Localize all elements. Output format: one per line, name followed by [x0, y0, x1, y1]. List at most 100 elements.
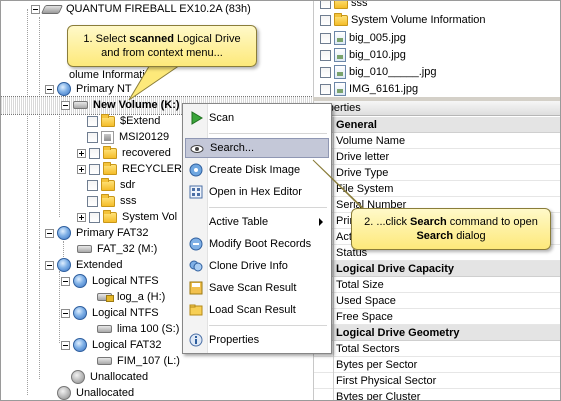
item-checkbox[interactable] — [89, 163, 100, 175]
collapse-toggle[interactable] — [61, 308, 70, 318]
property-row[interactable]: Volume Name — [314, 133, 560, 149]
tree-item-unallocated-2[interactable]: Unallocated — [57, 385, 136, 400]
tree-item-msi[interactable]: MSI20129 — [87, 129, 171, 145]
partition-icon — [57, 226, 71, 240]
list-item[interactable]: System Volume Information — [320, 12, 486, 28]
context-menu: Scan Search... Create Disk Image Open in… — [182, 103, 332, 354]
list-item[interactable]: big_005.jpg — [320, 30, 406, 46]
item-checkbox[interactable] — [320, 14, 331, 26]
disk-image-icon — [189, 163, 203, 177]
property-row[interactable]: First Physical Sector — [314, 373, 560, 389]
collapse-toggle[interactable] — [61, 276, 70, 286]
collapse-toggle[interactable] — [45, 260, 54, 270]
menu-item-properties[interactable]: Properties — [185, 330, 329, 350]
collapse-toggle[interactable] — [61, 340, 70, 350]
open-folder-icon — [189, 304, 203, 316]
item-checkbox[interactable] — [89, 147, 100, 159]
property-row[interactable]: Total Sectors — [314, 341, 560, 357]
callout-step-2: 2. ...click Search command to open Searc… — [351, 208, 551, 250]
list-item[interactable]: big_010_____.jpg — [320, 64, 436, 80]
property-group-row[interactable]: Logical Drive Geometry — [314, 325, 560, 341]
tree-item-unallocated-1[interactable]: Unallocated — [71, 369, 150, 385]
folder-icon — [101, 177, 115, 191]
item-checkbox[interactable] — [320, 32, 331, 44]
tree-item-primary-ntfs[interactable]: Primary NT — [45, 81, 134, 97]
menu-item-scan[interactable]: Scan — [185, 108, 329, 128]
partition-icon — [73, 274, 87, 288]
unallocated-icon — [57, 386, 71, 400]
property-row[interactable]: Free Space — [314, 309, 560, 325]
play-icon — [191, 111, 203, 125]
menu-item-search[interactable]: Search... — [185, 138, 329, 158]
expand-toggle[interactable] — [77, 164, 86, 174]
tree-item-recovered[interactable]: recovered — [77, 145, 173, 161]
tree-item-extended[interactable]: Extended — [45, 257, 124, 273]
tree-item-sdr[interactable]: sdr — [87, 177, 137, 193]
collapse-toggle[interactable] — [45, 228, 54, 238]
item-checkbox[interactable] — [89, 211, 100, 223]
boot-record-icon — [189, 237, 203, 251]
expand-toggle[interactable] — [77, 148, 86, 158]
tree-item-primary-fat32[interactable]: Primary FAT32 — [45, 225, 151, 241]
property-row[interactable]: Used Space — [314, 293, 560, 309]
tree-item-fim[interactable]: FIM_107 (L:) — [97, 353, 182, 369]
collapse-toggle[interactable] — [61, 100, 70, 110]
item-checkbox[interactable] — [320, 66, 331, 78]
image-file-icon — [334, 82, 346, 96]
menu-item-load-scan-result[interactable]: Load Scan Result — [185, 300, 329, 320]
partition-icon — [57, 82, 71, 96]
property-row[interactable]: Bytes per Cluster — [314, 389, 560, 400]
item-checkbox[interactable] — [87, 179, 98, 191]
property-label: Volume Name — [336, 135, 406, 147]
menu-item-create-disk-image[interactable]: Create Disk Image — [185, 160, 329, 180]
item-checkbox[interactable] — [320, 83, 331, 95]
item-checkbox[interactable] — [87, 195, 98, 207]
list-item[interactable]: IMG_6161.jpg — [320, 81, 418, 97]
tree-item-log-a[interactable]: log_a (H:) — [97, 289, 167, 305]
item-checkbox[interactable] — [320, 49, 331, 61]
property-label: Total Size — [336, 279, 384, 291]
folder-icon — [101, 193, 115, 207]
property-label: General — [336, 119, 377, 131]
image-file-icon — [334, 48, 346, 62]
item-checkbox[interactable] — [87, 131, 98, 143]
tree-item-recycler[interactable]: RECYCLER — [77, 161, 184, 177]
property-label: Free Space — [336, 311, 393, 323]
property-row[interactable]: Bytes per Sector — [314, 357, 560, 373]
properties-panel: roperties General Volume Name Drive letter… — [313, 101, 560, 400]
tree-root-disk[interactable]: QUANTUM FIREBALL EX10.2A (83h) — [31, 1, 253, 17]
drive-icon — [97, 325, 112, 333]
tree-item-lima[interactable]: lima 100 (S:) — [97, 321, 181, 337]
tree-item-logical-fat32[interactable]: Logical FAT32 — [61, 337, 164, 353]
property-row[interactable]: Drive letter — [314, 149, 560, 165]
property-row[interactable]: Total Size — [314, 277, 560, 293]
tree-item-system-volume[interactable]: System Vol — [77, 209, 179, 225]
menu-item-save-scan-result[interactable]: Save Scan Result — [185, 278, 329, 298]
eye-search-icon — [190, 145, 204, 153]
item-checkbox[interactable] — [320, 1, 331, 9]
menu-item-hex-editor[interactable]: Open in Hex Editor — [185, 182, 329, 202]
property-row[interactable]: Drive Type — [314, 165, 560, 181]
tree-item-extend[interactable]: $Extend — [87, 113, 162, 129]
menu-item-modify-boot-records[interactable]: Modify Boot Records — [185, 234, 329, 254]
collapse-toggle[interactable] — [45, 84, 54, 94]
collapse-toggle[interactable] — [31, 4, 40, 14]
tree-item-new-volume[interactable]: New Volume (K:) — [61, 97, 182, 113]
tree-item-fat32-drive[interactable]: FAT_32 (M:) — [77, 241, 159, 257]
tree-item-logical-ntfs-2[interactable]: Logical NTFS — [61, 305, 161, 321]
tree-item-logical-ntfs-1[interactable]: Logical NTFS — [61, 273, 161, 289]
menu-item-clone-drive-info[interactable]: Clone Drive Info — [185, 256, 329, 276]
image-file-icon — [334, 65, 346, 79]
list-item[interactable]: big_010.jpg — [320, 47, 406, 63]
tree-item-sss[interactable]: sss — [87, 193, 139, 209]
property-row[interactable]: File System — [314, 181, 560, 197]
file-list[interactable]: sss System Volume Information big_005.jp… — [313, 1, 560, 97]
list-item[interactable]: sss — [320, 1, 368, 11]
folder-icon — [334, 1, 348, 9]
property-group-row[interactable]: General — [314, 117, 560, 133]
expand-toggle[interactable] — [77, 212, 86, 222]
property-label: Logical Drive Capacity — [336, 263, 454, 275]
item-checkbox[interactable] — [87, 115, 98, 127]
menu-item-active-table[interactable]: Active Table — [185, 212, 329, 232]
property-group-row[interactable]: Logical Drive Capacity — [314, 261, 560, 277]
